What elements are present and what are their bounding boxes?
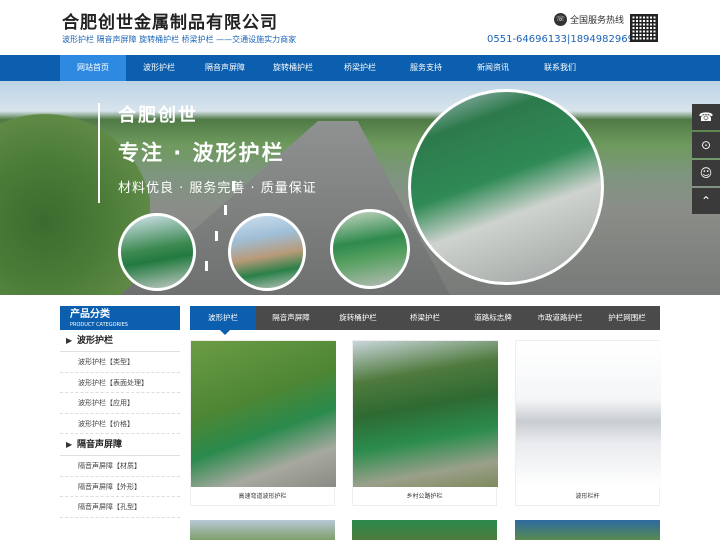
category-item[interactable]: 波形护栏【表面处理】	[60, 373, 180, 393]
lane-mark	[215, 231, 218, 241]
hotline-label: 全国服务热线	[570, 16, 625, 26]
slogan: 波形护栏 隔音声屏障 旋转桶护栏 桥梁护栏 ——交通设施实力商家	[62, 35, 297, 44]
product-image[interactable]	[516, 341, 661, 487]
category-group-sound-barrier[interactable]: ▶ 隔音声屏障	[60, 434, 180, 456]
category-sidebar: 产品分类 PRODUCT CATEGORIES ▶ 波形护栏 波形护栏【类型】 波…	[60, 306, 180, 518]
nav-sound-barrier[interactable]: 隔音声屏障	[192, 55, 258, 81]
product-image[interactable]	[191, 341, 336, 487]
banner-headline: 专注 · 波形护栏	[118, 141, 285, 165]
product-card[interactable]: 高速弯道波形护栏	[190, 340, 336, 507]
nav-support[interactable]: 服务支持	[393, 55, 459, 81]
banner-photo-2	[228, 213, 306, 291]
product-card[interactable]: 波形栏杆	[515, 340, 661, 507]
category-header: 产品分类 PRODUCT CATEGORIES	[60, 306, 180, 330]
category-item[interactable]: 隔音声屏障【外形】	[60, 477, 180, 497]
tab-fence[interactable]: 护栏网围栏	[594, 306, 660, 330]
category-item[interactable]: 隔音声屏障【材质】	[60, 456, 180, 477]
banner-photo-guardrail	[408, 89, 604, 285]
product-card[interactable]: 乡村公路护栏	[352, 340, 498, 507]
product-image[interactable]	[353, 341, 498, 487]
category-item[interactable]: 波形护栏【应用】	[60, 393, 180, 414]
banner-photo-3	[330, 209, 410, 289]
category-group-label: 隔音声屏障	[77, 440, 123, 450]
user-icon[interactable]: ☺	[692, 160, 720, 186]
hotline-number: 0551-64696133|18949829695	[487, 34, 641, 45]
product-tabs: 波形护栏 隔音声屏障 旋转桶护栏 桥梁护栏 道路标志牌 市政道路护栏 护栏网围栏	[190, 306, 660, 335]
banner-tagline: 材料优良 · 服务完善 · 质量保证	[118, 181, 317, 196]
triangle-right-icon: ▶	[66, 336, 73, 345]
category-subtitle: PRODUCT CATEGORIES	[70, 322, 128, 328]
lane-mark	[224, 205, 227, 215]
main-nav: 网站首页 波形护栏 隔音声屏障 旋转桶护栏 桥梁护栏 服务支持 新闻资讯 联系我…	[0, 55, 720, 81]
category-item[interactable]: 隔音声屏障【孔型】	[60, 497, 180, 518]
active-tab-arrow	[220, 330, 230, 335]
product-image[interactable]	[190, 520, 335, 540]
banner-divider	[98, 103, 100, 203]
banner-photo-1	[118, 213, 196, 291]
nav-contact[interactable]: 联系我们	[527, 55, 593, 81]
nav-news[interactable]: 新闻资讯	[460, 55, 526, 81]
product-image[interactable]	[515, 520, 660, 540]
top-icon[interactable]: ⌃	[692, 188, 720, 214]
hero-banner[interactable]: 合肥创世 专注 · 波形护栏 材料优良 · 服务完善 · 质量保证	[0, 81, 720, 295]
category-title: 产品分类	[70, 309, 110, 320]
nav-bridge[interactable]: 桥梁护栏	[327, 55, 393, 81]
triangle-right-icon: ▶	[66, 440, 73, 449]
nav-corrugated[interactable]: 波形护栏	[126, 55, 192, 81]
category-group-corrugated[interactable]: ▶ 波形护栏	[60, 330, 180, 352]
product-caption[interactable]: 乡村公路护栏	[353, 487, 496, 507]
category-item[interactable]: 波形护栏【价格】	[60, 414, 180, 434]
qr-code-icon	[630, 14, 658, 42]
floating-toolbar: ☎ ⊙ ☺ ⌃	[692, 104, 720, 216]
product-image[interactable]	[352, 520, 497, 540]
product-caption[interactable]: 波形栏杆	[516, 487, 659, 507]
phone-icon: ☏	[554, 13, 567, 26]
tab-sound-barrier[interactable]: 隔音声屏障	[258, 306, 324, 330]
company-name[interactable]: 合肥创世金属制品有限公司	[62, 8, 278, 33]
location-icon[interactable]: ⊙	[692, 132, 720, 158]
category-item[interactable]: 波形护栏【类型】	[60, 352, 180, 373]
lane-mark	[205, 261, 208, 271]
tab-corrugated[interactable]: 波形护栏	[190, 306, 256, 330]
nav-rotating[interactable]: 旋转桶护栏	[260, 55, 326, 81]
tab-bridge[interactable]: 桥梁护栏	[392, 306, 458, 330]
tab-road-sign[interactable]: 道路标志牌	[460, 306, 526, 330]
site-header: 合肥创世金属制品有限公司 波形护栏 隔音声屏障 旋转桶护栏 桥梁护栏 ——交通设…	[0, 0, 720, 54]
nav-home[interactable]: 网站首页	[60, 55, 126, 81]
product-caption[interactable]: 高速弯道波形护栏	[191, 487, 334, 507]
tab-rotating[interactable]: 旋转桶护栏	[325, 306, 391, 330]
category-group-label: 波形护栏	[77, 336, 114, 346]
phone-icon[interactable]: ☎	[692, 104, 720, 130]
tab-municipal[interactable]: 市政道路护栏	[527, 306, 593, 330]
banner-title: 合肥创世	[118, 105, 198, 126]
